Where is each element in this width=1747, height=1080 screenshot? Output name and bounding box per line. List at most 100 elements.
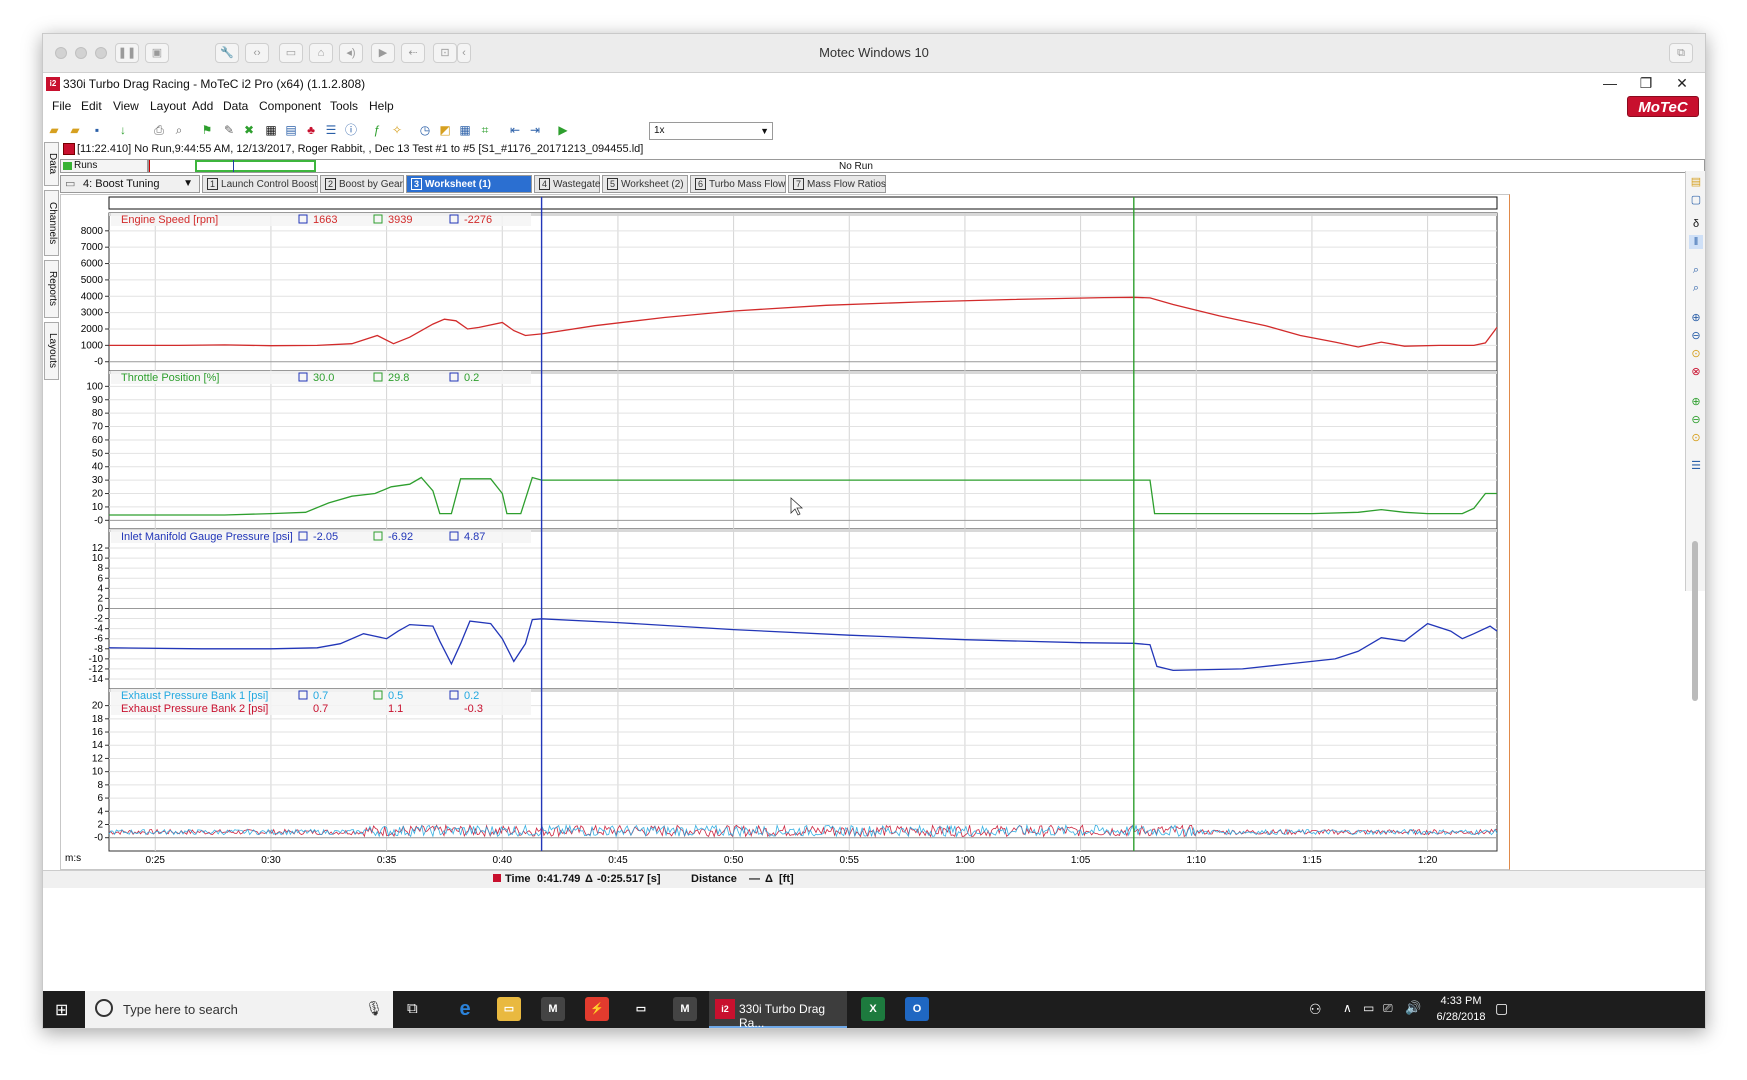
tree-icon[interactable]: ♣ — [303, 122, 319, 138]
tab-data[interactable]: Data — [44, 142, 59, 186]
motec-tune-icon[interactable]: M — [673, 997, 697, 1021]
vertical-scrollbar[interactable] — [1692, 541, 1698, 701]
clock-time[interactable]: 4:33 PM — [1431, 995, 1491, 1007]
time-scroll-band[interactable] — [108, 196, 1498, 210]
delta-icon[interactable]: δ — [1689, 217, 1703, 231]
volume-icon[interactable]: 🔊 — [1405, 1000, 1421, 1016]
zoom-out-icon[interactable]: ⊖ — [1689, 329, 1703, 343]
tab-worksheet-7[interactable]: 7 Mass Flow Ratios — [788, 175, 886, 193]
flag-icon[interactable]: ⚑ — [199, 122, 215, 138]
menu-help[interactable]: Help — [369, 99, 394, 113]
cursor-mode-icon[interactable]: ‖ — [1689, 235, 1703, 249]
tab-worksheet-6[interactable]: 6 Turbo Mass Flow — [690, 175, 786, 193]
step-forward-icon[interactable]: ⇥ — [527, 122, 543, 138]
math-icon[interactable]: ƒ — [369, 122, 385, 138]
runs-label[interactable]: Runs — [60, 159, 148, 173]
vertical-zoom-in-icon[interactable]: ⊕ — [1689, 395, 1703, 409]
active-taskbar-app[interactable]: i2 330i Turbo Drag Ra... — [709, 991, 847, 1028]
plot-pane-manifold[interactable] — [108, 528, 1498, 690]
step-back-icon[interactable]: ⇤ — [507, 122, 523, 138]
menu-add[interactable]: Add — [192, 99, 213, 113]
chevron-up-icon[interactable]: ∧ — [1343, 1001, 1352, 1015]
excel-export-icon[interactable]: ✖ — [241, 122, 257, 138]
zoom-icon[interactable]: ⌕ — [1689, 263, 1703, 277]
tab-label: Worksheet (1) — [425, 179, 491, 190]
graph-canvas[interactable]: 0:25 0:30 0:35 0:40 0:45 0:50 0:55 1:00 1:05 1:10… — [61, 195, 1511, 871]
print-preview-icon[interactable]: ⌕ — [171, 122, 187, 138]
download-icon[interactable]: ↓ — [115, 122, 131, 138]
menu-tools[interactable]: Tools — [330, 99, 358, 113]
minimize-button[interactable]: — — [1595, 75, 1625, 91]
grid-icon[interactable]: ▦ — [457, 122, 473, 138]
microphone-icon[interactable]: 🎙 — [365, 1000, 383, 1017]
x-tick-label: 0:30 — [261, 855, 281, 866]
vertical-fit-icon[interactable]: ⊙ — [1689, 431, 1703, 445]
run-info-text: [11:22.410] No Run,9:44:55 AM, 12/13/201… — [77, 143, 644, 155]
zoom-in-icon[interactable]: ⊕ — [1689, 311, 1703, 325]
tab-layouts[interactable]: Layouts — [44, 322, 59, 380]
menu-view[interactable]: View — [113, 99, 139, 113]
run-icon — [63, 143, 75, 155]
print-icon[interactable]: ⎙ — [151, 122, 167, 138]
zoom-reset-icon[interactable]: ⊙ — [1689, 347, 1703, 361]
panel-icon[interactable]: ▢ — [1689, 193, 1703, 207]
time-swatch — [493, 874, 501, 882]
zoom-clear-icon[interactable]: ⊗ — [1689, 365, 1703, 379]
wand-icon[interactable]: ✧ — [389, 122, 405, 138]
plot-pane-throttle[interactable] — [108, 370, 1498, 530]
overlay-icon[interactable]: ◩ — [437, 122, 453, 138]
taskbar-search[interactable]: Type here to search 🎙 — [85, 991, 393, 1028]
notifications-icon[interactable]: ▢ — [1495, 1000, 1508, 1017]
network-icon[interactable]: ⎚ — [1383, 1001, 1393, 1016]
time-distance-graph[interactable]: 0:25 0:30 0:35 0:40 0:45 0:50 0:55 1:00 1:05 1:10… — [60, 194, 1510, 870]
menu-edit[interactable]: Edit — [81, 99, 102, 113]
scatter-icon[interactable]: ⌗ — [477, 122, 493, 138]
people-icon[interactable]: ⚇ — [1309, 1001, 1322, 1018]
play-icon[interactable]: ▶ — [555, 122, 571, 138]
delta-value: 0.2 — [464, 372, 479, 384]
edge-icon[interactable]: e — [453, 997, 477, 1021]
windows-logo-icon[interactable]: ⊞ — [55, 1000, 68, 1020]
tab-worksheet-3[interactable]: 3 Worksheet (1) — [406, 175, 532, 193]
tab-worksheet-4[interactable]: 4 Wastegate — [534, 175, 600, 193]
maximize-button[interactable]: ❐ — [1631, 75, 1661, 92]
worksheet-selector[interactable]: ▭ 4: Boost Tuning ▼ — [60, 175, 200, 193]
playback-speed-select[interactable]: 1x ▼ — [649, 122, 773, 140]
close-button[interactable]: ✕ — [1667, 75, 1697, 92]
motec-m1-icon[interactable]: M — [541, 997, 565, 1021]
vertical-zoom-out-icon[interactable]: ⊖ — [1689, 413, 1703, 427]
visible-range-marker[interactable] — [195, 160, 316, 172]
menu-file[interactable]: File — [52, 99, 71, 113]
zoom-fit-icon[interactable]: ⌕ — [1689, 281, 1703, 295]
film-icon[interactable]: ▦ — [263, 122, 279, 138]
bolt-app-icon[interactable]: ⚡ — [585, 997, 609, 1021]
open-icon[interactable]: ▰ — [67, 122, 83, 138]
plot-pane-engine-speed[interactable] — [108, 212, 1498, 372]
clock-icon[interactable]: ◷ — [417, 122, 433, 138]
tab-channels[interactable]: Channels — [44, 190, 59, 256]
tab-worksheet-2[interactable]: 2 Boost by Gear — [320, 175, 404, 193]
runs-timeline[interactable]: No Run — [148, 159, 1705, 173]
menu-layout[interactable]: Layout — [150, 99, 186, 113]
table-icon[interactable]: ▤ — [283, 122, 299, 138]
save-icon[interactable]: ▪ — [89, 122, 105, 138]
task-view-icon[interactable]: ⧉ — [407, 1000, 418, 1017]
edit-icon[interactable]: ✎ — [221, 122, 237, 138]
tab-worksheet-5[interactable]: 5 Worksheet (2) — [602, 175, 688, 193]
fullscreen-icon[interactable]: ⧉ — [1669, 43, 1693, 63]
menu-component[interactable]: Component — [259, 99, 321, 113]
settings-list-icon[interactable]: ☰ — [1689, 459, 1703, 473]
clock-date[interactable]: 6/28/2018 — [1431, 1011, 1491, 1023]
y-tick-label: 100 — [86, 381, 103, 392]
file-explorer-icon[interactable]: ▭ — [497, 997, 521, 1021]
keyboard-app-icon[interactable]: ▭ — [629, 997, 653, 1021]
info-icon[interactable]: ⓘ — [343, 122, 359, 138]
properties-icon[interactable]: ▤ — [1689, 175, 1703, 189]
tab-worksheet-1[interactable]: 1 Launch Control Boost — [202, 175, 318, 193]
outlook-icon[interactable]: O — [905, 997, 929, 1021]
battery-icon[interactable]: ▭ — [1363, 1001, 1374, 1015]
menu-data[interactable]: Data — [223, 99, 248, 113]
tab-reports[interactable]: Reports — [44, 260, 59, 318]
list-icon[interactable]: ☰ — [323, 122, 339, 138]
excel-icon[interactable]: X — [861, 997, 885, 1021]
